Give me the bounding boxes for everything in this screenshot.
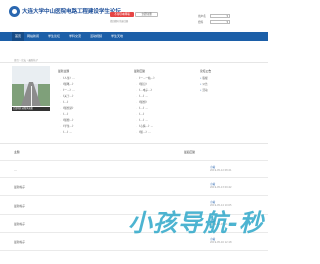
register-button[interactable]: 立即注册: [135, 12, 158, 17]
reply-item[interactable]: 《…电子…》: [136, 88, 154, 92]
topic-item[interactable]: 《…》…: [60, 130, 72, 134]
nav-item-students[interactable]: 学生天地: [111, 32, 123, 41]
reply-item[interactable]: 《心情…》…: [136, 124, 154, 128]
reply-item[interactable]: 《…》: [136, 112, 146, 116]
password-field[interactable]: [210, 19, 230, 24]
nav-item-video[interactable]: 活动视频: [90, 32, 102, 41]
topic-item[interactable]: 《随想录》: [60, 106, 75, 110]
latest-topics-title: 最新主题: [58, 69, 70, 73]
reply-item[interactable]: 《一…一帖…》: [136, 76, 156, 80]
reply-item[interactable]: 《…》…: [136, 94, 148, 98]
nav-item-home[interactable]: 首页: [12, 32, 25, 41]
image-slider[interactable]: [12, 66, 50, 106]
reply-item[interactable]: 《随记》: [136, 82, 148, 86]
username-field[interactable]: [210, 13, 230, 18]
table-row-title[interactable]: 最新帖子: [14, 222, 25, 226]
password-label: 密码: [198, 21, 204, 24]
table-row-title[interactable]: 最新帖子: [14, 204, 25, 208]
announcement-link[interactable]: 公告: [200, 82, 207, 86]
divider: [0, 143, 268, 144]
table-row-title[interactable]: 最新帖子: [14, 185, 25, 189]
reply-item[interactable]: 《随想》: [136, 100, 148, 104]
nav-item-exchange[interactable]: 学科交流: [69, 32, 81, 41]
site-header: 大连大学中山医院电路工程建设学生论坛 不得尽本网联 立即注册 找回密码 快速注册…: [0, 0, 268, 32]
slider-sky: [12, 66, 50, 84]
site-title[interactable]: 大连大学中山医院电路工程建设学生论坛: [22, 7, 121, 15]
latest-replies-title: 最新回复: [134, 69, 146, 73]
list-header-topic: 主题: [14, 150, 20, 154]
login-button[interactable]: 不得尽本网联: [110, 12, 134, 17]
main-nav: 首页 网站新闻 学生论坛 学科交流 活动视频 学生天地: [0, 32, 268, 41]
topic-item[interactable]: 《人生》…: [60, 76, 75, 80]
nav-item-forum[interactable]: 学生论坛: [48, 32, 60, 41]
table-row-time: 2019-05-12 08:21: [210, 169, 232, 172]
reply-item[interactable]: 《…》…: [136, 118, 148, 122]
watermark-text: 小孩导航-秒: [128, 209, 264, 237]
announcement-link[interactable]: 版规: [200, 76, 207, 80]
slider-road-line: [30, 86, 32, 106]
topic-item[interactable]: 《一…》…: [60, 88, 75, 92]
table-row-time: 2019-05-16 12:18: [210, 241, 232, 244]
topic-item[interactable]: 《关于…》: [60, 94, 75, 98]
topic-item[interactable]: 《随便…》: [60, 118, 75, 122]
nav-item-news[interactable]: 网站新闻: [27, 32, 39, 41]
table-row-title[interactable]: 最新帖子: [14, 240, 25, 244]
username-label: 用户名: [198, 15, 206, 18]
table-row-time: 2019-05-13 09:42: [210, 186, 232, 189]
topic-item[interactable]: 《学生…》: [60, 124, 75, 128]
topic-item[interactable]: 《…》: [60, 112, 70, 116]
topic-item[interactable]: 《…》: [60, 100, 70, 104]
topic-item[interactable]: 《随笔…》: [60, 82, 75, 86]
site-logo-icon[interactable]: [9, 6, 20, 17]
list-header-last-reply: 最后回复: [184, 150, 196, 154]
slider-caption[interactable]: 北部新区道路风景图: [12, 107, 50, 111]
table-row-title[interactable]: …: [14, 168, 17, 172]
reply-item[interactable]: 《…》…: [136, 106, 148, 110]
announcement-link[interactable]: 活动: [200, 88, 207, 92]
announcement-title: 论坛公告: [200, 69, 212, 73]
divider: [0, 62, 268, 63]
login-hint-links[interactable]: 找回密码 快速注册: [110, 19, 128, 23]
reply-item[interactable]: 《随…》…: [136, 130, 151, 134]
